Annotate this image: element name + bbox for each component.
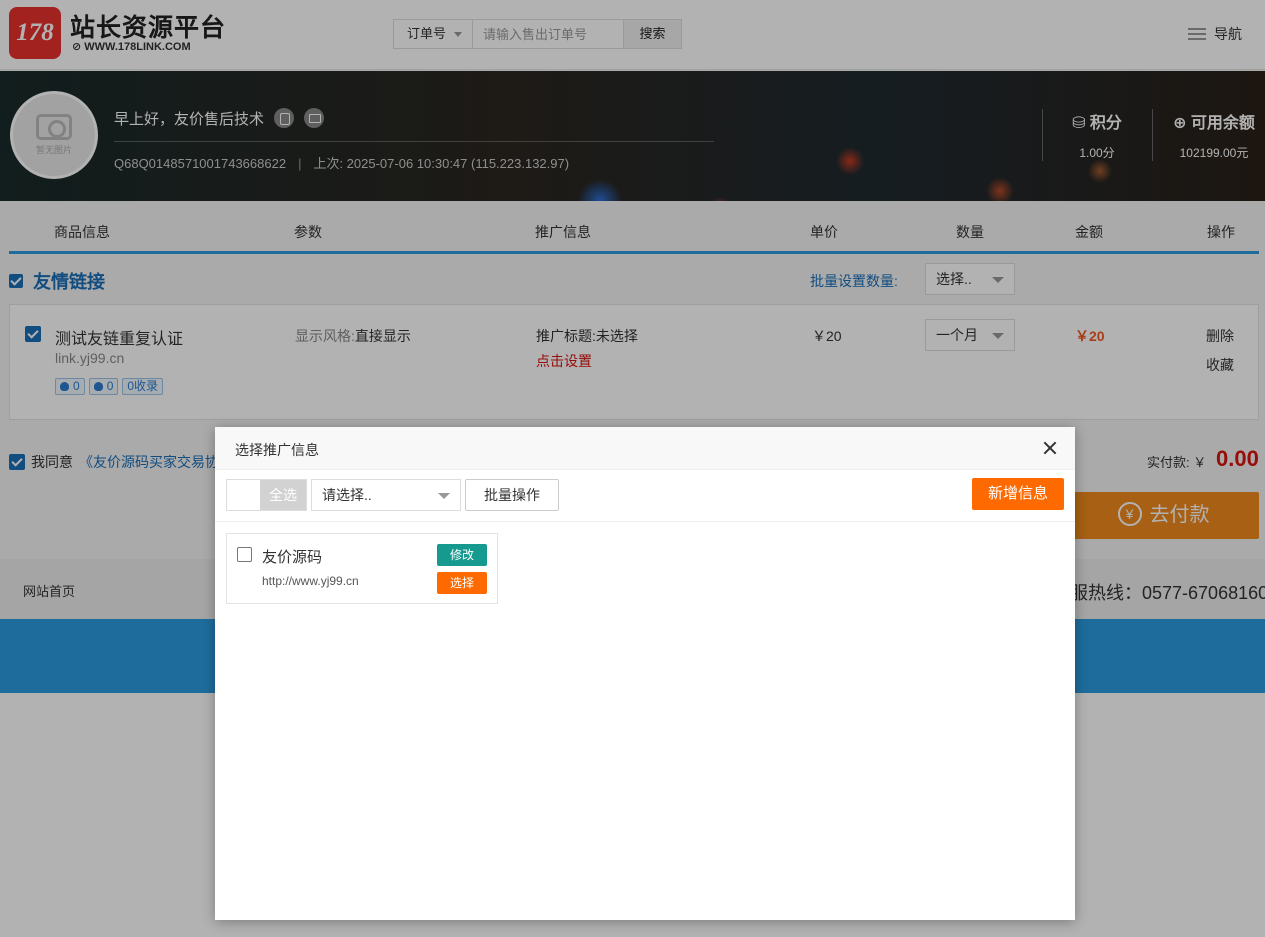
card-checkbox[interactable] <box>237 547 252 562</box>
caret-down-icon <box>438 493 450 499</box>
filter-select-value: 请选择.. <box>322 487 372 503</box>
promo-select-dialog: 选择推广信息 全选 请选择.. 批量操作 新增信息 友价源码 http://ww… <box>215 427 1075 920</box>
select-all-label: 全选 <box>260 480 306 510</box>
promo-info-card: 友价源码 http://www.yj99.cn 修改 选择 <box>226 533 498 604</box>
card-url: http://www.yj99.cn <box>262 574 359 588</box>
filter-select[interactable]: 请选择.. <box>311 479 461 511</box>
dialog-toolbar: 全选 请选择.. 批量操作 新增信息 <box>215 470 1075 522</box>
toggle-knob <box>227 480 260 510</box>
batch-action-button[interactable]: 批量操作 <box>465 479 559 511</box>
add-info-button[interactable]: 新增信息 <box>972 478 1064 510</box>
dialog-header: 选择推广信息 <box>215 427 1075 470</box>
edit-button[interactable]: 修改 <box>437 544 487 566</box>
card-name: 友价源码 <box>262 549 323 566</box>
choose-button[interactable]: 选择 <box>437 572 487 594</box>
close-icon[interactable] <box>1041 439 1059 457</box>
dialog-title: 选择推广信息 <box>235 442 319 458</box>
select-all-toggle[interactable]: 全选 <box>226 479 307 511</box>
